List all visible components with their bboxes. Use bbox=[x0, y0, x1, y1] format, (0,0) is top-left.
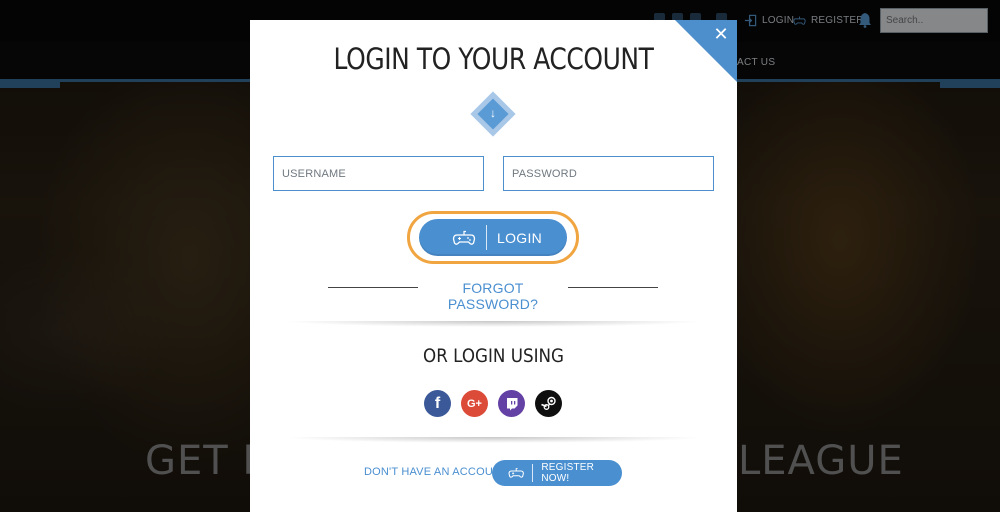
divider-ornament: ↓ bbox=[470, 91, 516, 137]
button-separator bbox=[532, 464, 534, 482]
google-plus-glyph: G+ bbox=[467, 397, 482, 410]
register-now-button[interactable]: REGISTER NOW! bbox=[492, 460, 622, 486]
login-button-label: LOGIN bbox=[497, 229, 543, 246]
steam-icon[interactable] bbox=[535, 390, 562, 417]
modal-title: LOGIN TO YOUR ACCOUNT bbox=[333, 42, 654, 76]
username-input[interactable] bbox=[274, 157, 483, 190]
gamepad-icon bbox=[508, 468, 524, 478]
google-plus-icon[interactable]: G+ bbox=[461, 390, 488, 417]
username-field[interactable] bbox=[273, 156, 484, 191]
section-divider bbox=[280, 437, 707, 447]
login-modal: ✕ LOGIN TO YOUR ACCOUNT ↓ LOGIN FORGOT P… bbox=[250, 20, 737, 512]
login-button[interactable]: LOGIN bbox=[419, 219, 567, 256]
gamepad-icon bbox=[452, 230, 476, 245]
divider-line bbox=[328, 287, 418, 288]
facebook-icon[interactable]: f bbox=[424, 390, 451, 417]
no-account-text: DON'T HAVE AN ACCOUNT bbox=[364, 466, 509, 478]
or-login-using-heading: OR LOGIN USING bbox=[423, 345, 564, 367]
forgot-password-row: FORGOT PASSWORD? bbox=[328, 277, 658, 312]
arrow-down-icon: ↓ bbox=[490, 106, 496, 120]
twitch-icon[interactable] bbox=[498, 390, 525, 417]
section-divider bbox=[280, 321, 707, 331]
social-login-row: f G+ bbox=[424, 390, 564, 417]
steam-glyph bbox=[541, 396, 556, 410]
forgot-password-link[interactable]: FORGOT PASSWORD? bbox=[418, 280, 568, 312]
divider-line bbox=[568, 287, 658, 288]
facebook-glyph: f bbox=[434, 394, 441, 412]
password-field[interactable] bbox=[503, 156, 714, 191]
twitch-glyph bbox=[506, 397, 517, 410]
register-button-label: REGISTER NOW! bbox=[541, 462, 595, 484]
close-icon[interactable]: ✕ bbox=[711, 25, 731, 45]
password-input[interactable] bbox=[504, 157, 713, 190]
button-separator bbox=[486, 225, 487, 250]
